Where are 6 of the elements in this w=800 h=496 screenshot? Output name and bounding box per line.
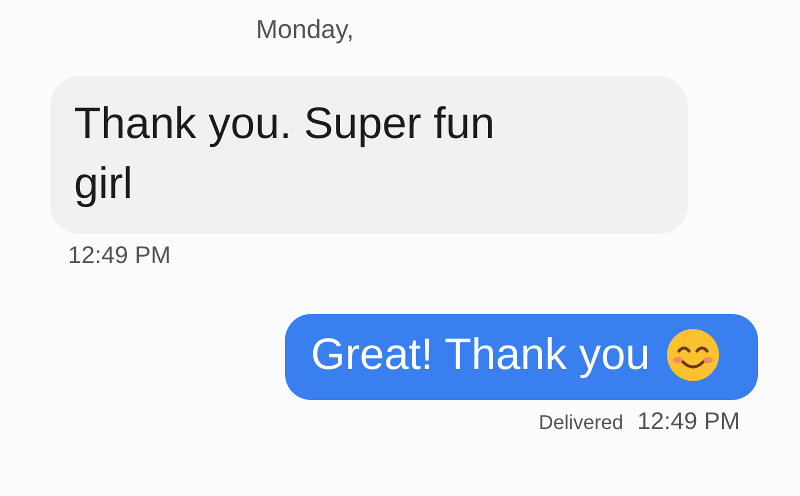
- message-text: Thank you. Super fun girl: [74, 98, 496, 210]
- message-text: Great! Thank you: [310, 330, 650, 380]
- message-time: 12:49 PM: [68, 242, 171, 270]
- day-label: Monday,: [256, 14, 354, 46]
- delivery-status: Delivered: [538, 412, 624, 435]
- message-time: 12:49 PM: [637, 408, 740, 436]
